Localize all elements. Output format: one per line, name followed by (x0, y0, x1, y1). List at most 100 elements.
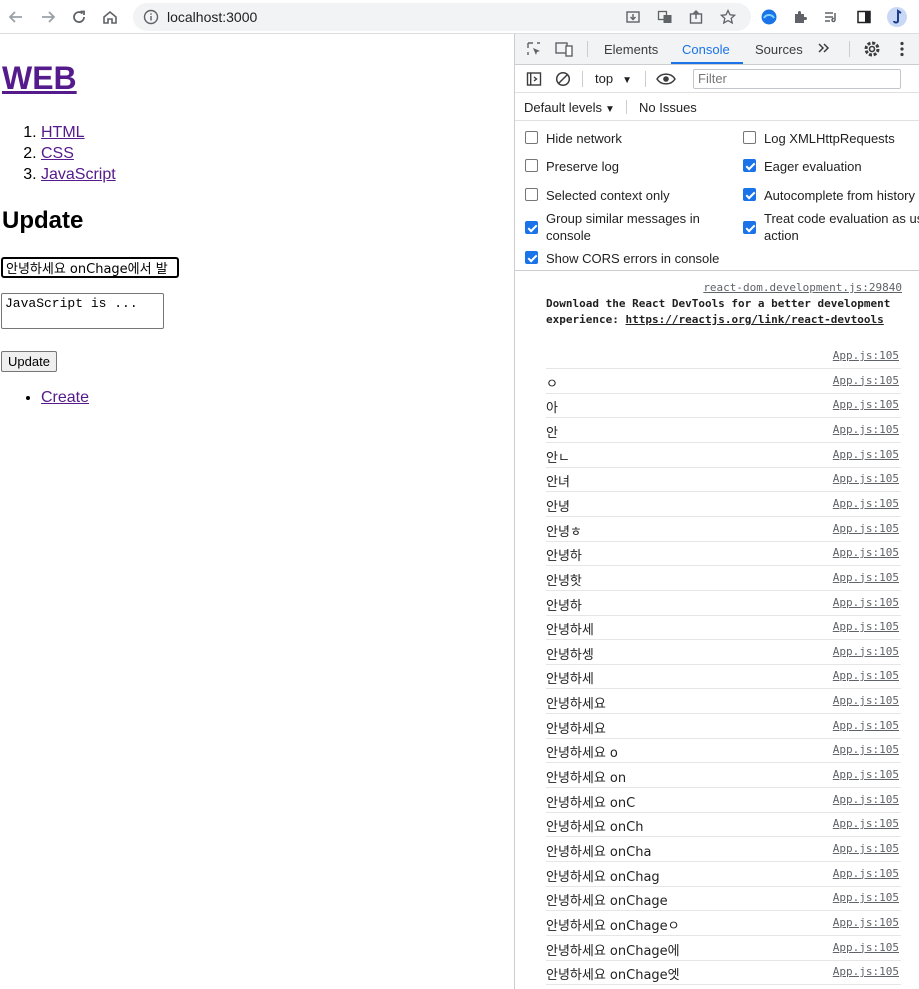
tab-elements[interactable]: Elements (604, 42, 658, 57)
log-source-link[interactable]: App.js:105 (833, 374, 899, 387)
console-log-row: 안녕하세요 onChageㅇ App.js:105 (546, 911, 901, 936)
devtools-tab-bar: Elements Console Sources (515, 34, 919, 65)
update-button[interactable]: Update (1, 351, 57, 372)
device-toolbar-icon[interactable] (555, 40, 573, 58)
devtools-more-menu-icon[interactable] (893, 40, 911, 58)
console-log-row: 안녕하세요 App.js:105 (546, 714, 901, 739)
reading-list-icon[interactable] (819, 5, 843, 29)
console-log-row: 안녕하세요 onCh App.js:105 (546, 812, 901, 838)
log-source-link[interactable]: App.js:105 (833, 941, 899, 954)
share-icon[interactable] (686, 7, 706, 27)
checkbox-box[interactable] (525, 221, 538, 234)
log-levels-dropdown[interactable]: Default levels ▼ (524, 100, 615, 115)
checkbox-box[interactable] (743, 131, 756, 144)
devtools-settings-gear-icon[interactable] (863, 40, 881, 58)
live-expression-eye-icon[interactable] (655, 70, 677, 88)
back-icon[interactable] (4, 5, 28, 29)
hide-network-checkbox[interactable]: Hide network (525, 130, 622, 147)
log-source-link[interactable]: App.js:105 (833, 620, 899, 633)
log-source-link[interactable]: App.js:105 (833, 842, 899, 855)
translate-icon[interactable] (655, 7, 675, 27)
dropdown-arrow-icon: ▼ (622, 75, 632, 86)
bookmark-star-icon[interactable] (718, 7, 738, 27)
treat-code-evaluation-checkbox[interactable]: Treat code evaluation as user action (743, 210, 919, 244)
topic-link-javascript[interactable]: JavaScript (41, 166, 116, 183)
checkbox-box[interactable] (743, 221, 756, 234)
checkbox-box[interactable] (525, 188, 538, 201)
console-log-row: 안녕하세요 o App.js:105 (546, 738, 901, 764)
tab-sources[interactable]: Sources (755, 42, 803, 57)
console-log-row: 안녕하세요 onChag App.js:105 (546, 862, 901, 887)
log-xhr-checkbox[interactable]: Log XMLHttpRequests (743, 130, 895, 147)
checkbox-box[interactable] (743, 188, 756, 201)
issues-counter[interactable]: No Issues (639, 100, 697, 115)
checkbox-box[interactable] (525, 131, 538, 144)
log-source-link[interactable]: App.js:105 (833, 398, 899, 411)
log-source-link[interactable]: App.js:105 (833, 571, 899, 584)
log-source-link[interactable]: App.js:105 (833, 719, 899, 732)
body-textarea[interactable]: JavaScript is ... (1, 293, 164, 329)
selected-context-checkbox[interactable]: Selected context only (525, 187, 670, 204)
checkbox-box[interactable] (525, 251, 538, 264)
checkbox-box[interactable] (525, 159, 538, 172)
site-info-icon[interactable] (143, 9, 159, 30)
message-source-link[interactable]: react-dom.development.js:29840 (703, 280, 902, 296)
page-title-link[interactable]: WEB (2, 60, 77, 96)
log-source-link[interactable]: App.js:105 (833, 793, 899, 806)
log-source-link[interactable]: App.js:105 (833, 891, 899, 904)
context-selector[interactable]: top ▼ (595, 71, 632, 86)
log-source-link[interactable]: App.js:105 (833, 497, 899, 510)
install-app-icon[interactable] (623, 7, 643, 27)
log-source-link[interactable]: App.js:105 (833, 867, 899, 880)
profile-avatar[interactable] (885, 5, 909, 29)
update-heading: Update (2, 207, 84, 234)
clear-console-icon[interactable] (554, 70, 572, 88)
tab-console[interactable]: Console (682, 42, 730, 57)
reload-icon[interactable] (67, 5, 91, 29)
log-source-link[interactable]: App.js:105 (833, 349, 899, 362)
log-source-link[interactable]: App.js:105 (833, 916, 899, 929)
more-tabs-icon[interactable] (815, 39, 833, 57)
create-link[interactable]: Create (41, 389, 89, 406)
react-devtools-link[interactable]: https://reactjs.org/link/react-devtools (625, 313, 883, 326)
topic-link-html[interactable]: HTML (41, 124, 85, 141)
edge-extension-icon[interactable] (757, 5, 781, 29)
extensions-puzzle-icon[interactable] (788, 5, 812, 29)
home-icon[interactable] (98, 5, 122, 29)
log-source-link[interactable]: App.js:105 (833, 669, 899, 682)
checkbox-label: Show CORS errors in console (546, 251, 720, 266)
autocomplete-history-checkbox[interactable]: Autocomplete from history (743, 187, 919, 204)
show-cors-checkbox[interactable]: Show CORS errors in console (525, 250, 719, 267)
checkbox-label: Selected context only (546, 188, 670, 203)
log-source-link[interactable]: App.js:105 (833, 546, 899, 559)
log-message: 안녕하세요 on (546, 771, 627, 787)
address-bar[interactable]: localhost:3000 (133, 3, 751, 31)
control-item: Create (41, 389, 89, 407)
group-similar-checkbox[interactable]: Group similar messages in console (525, 210, 725, 244)
preserve-log-checkbox[interactable]: Preserve log (525, 158, 619, 175)
log-source-link[interactable]: App.js:105 (833, 448, 899, 461)
log-source-link[interactable]: App.js:105 (833, 596, 899, 609)
log-message: 안녕하세요 onC (546, 795, 636, 811)
console-filter-input[interactable]: Filter (693, 69, 901, 89)
inspect-element-icon[interactable] (525, 40, 543, 58)
log-source-link[interactable]: App.js:105 (833, 768, 899, 781)
log-source-link[interactable]: App.js:105 (833, 472, 899, 485)
url-text: localhost:3000 (167, 9, 258, 25)
log-source-link[interactable]: App.js:105 (833, 522, 899, 535)
log-source-link[interactable]: App.js:105 (833, 694, 899, 707)
show-sidebar-icon[interactable] (525, 70, 543, 88)
checkbox-box[interactable] (743, 159, 756, 172)
topic-link-css[interactable]: CSS (41, 145, 74, 162)
log-source-link[interactable]: App.js:105 (833, 645, 899, 658)
forward-icon[interactable] (36, 5, 60, 29)
side-panel-icon[interactable] (852, 5, 876, 29)
log-source-link[interactable]: App.js:105 (833, 423, 899, 436)
title-input[interactable] (1, 257, 179, 278)
log-source-link[interactable]: App.js:105 (833, 817, 899, 830)
context-selector-label: top (595, 71, 614, 86)
log-source-link[interactable]: App.js:105 (833, 965, 899, 978)
log-message: 안녕ㅎ (546, 524, 582, 540)
log-source-link[interactable]: App.js:105 (833, 743, 899, 756)
eager-evaluation-checkbox[interactable]: Eager evaluation (743, 158, 862, 175)
